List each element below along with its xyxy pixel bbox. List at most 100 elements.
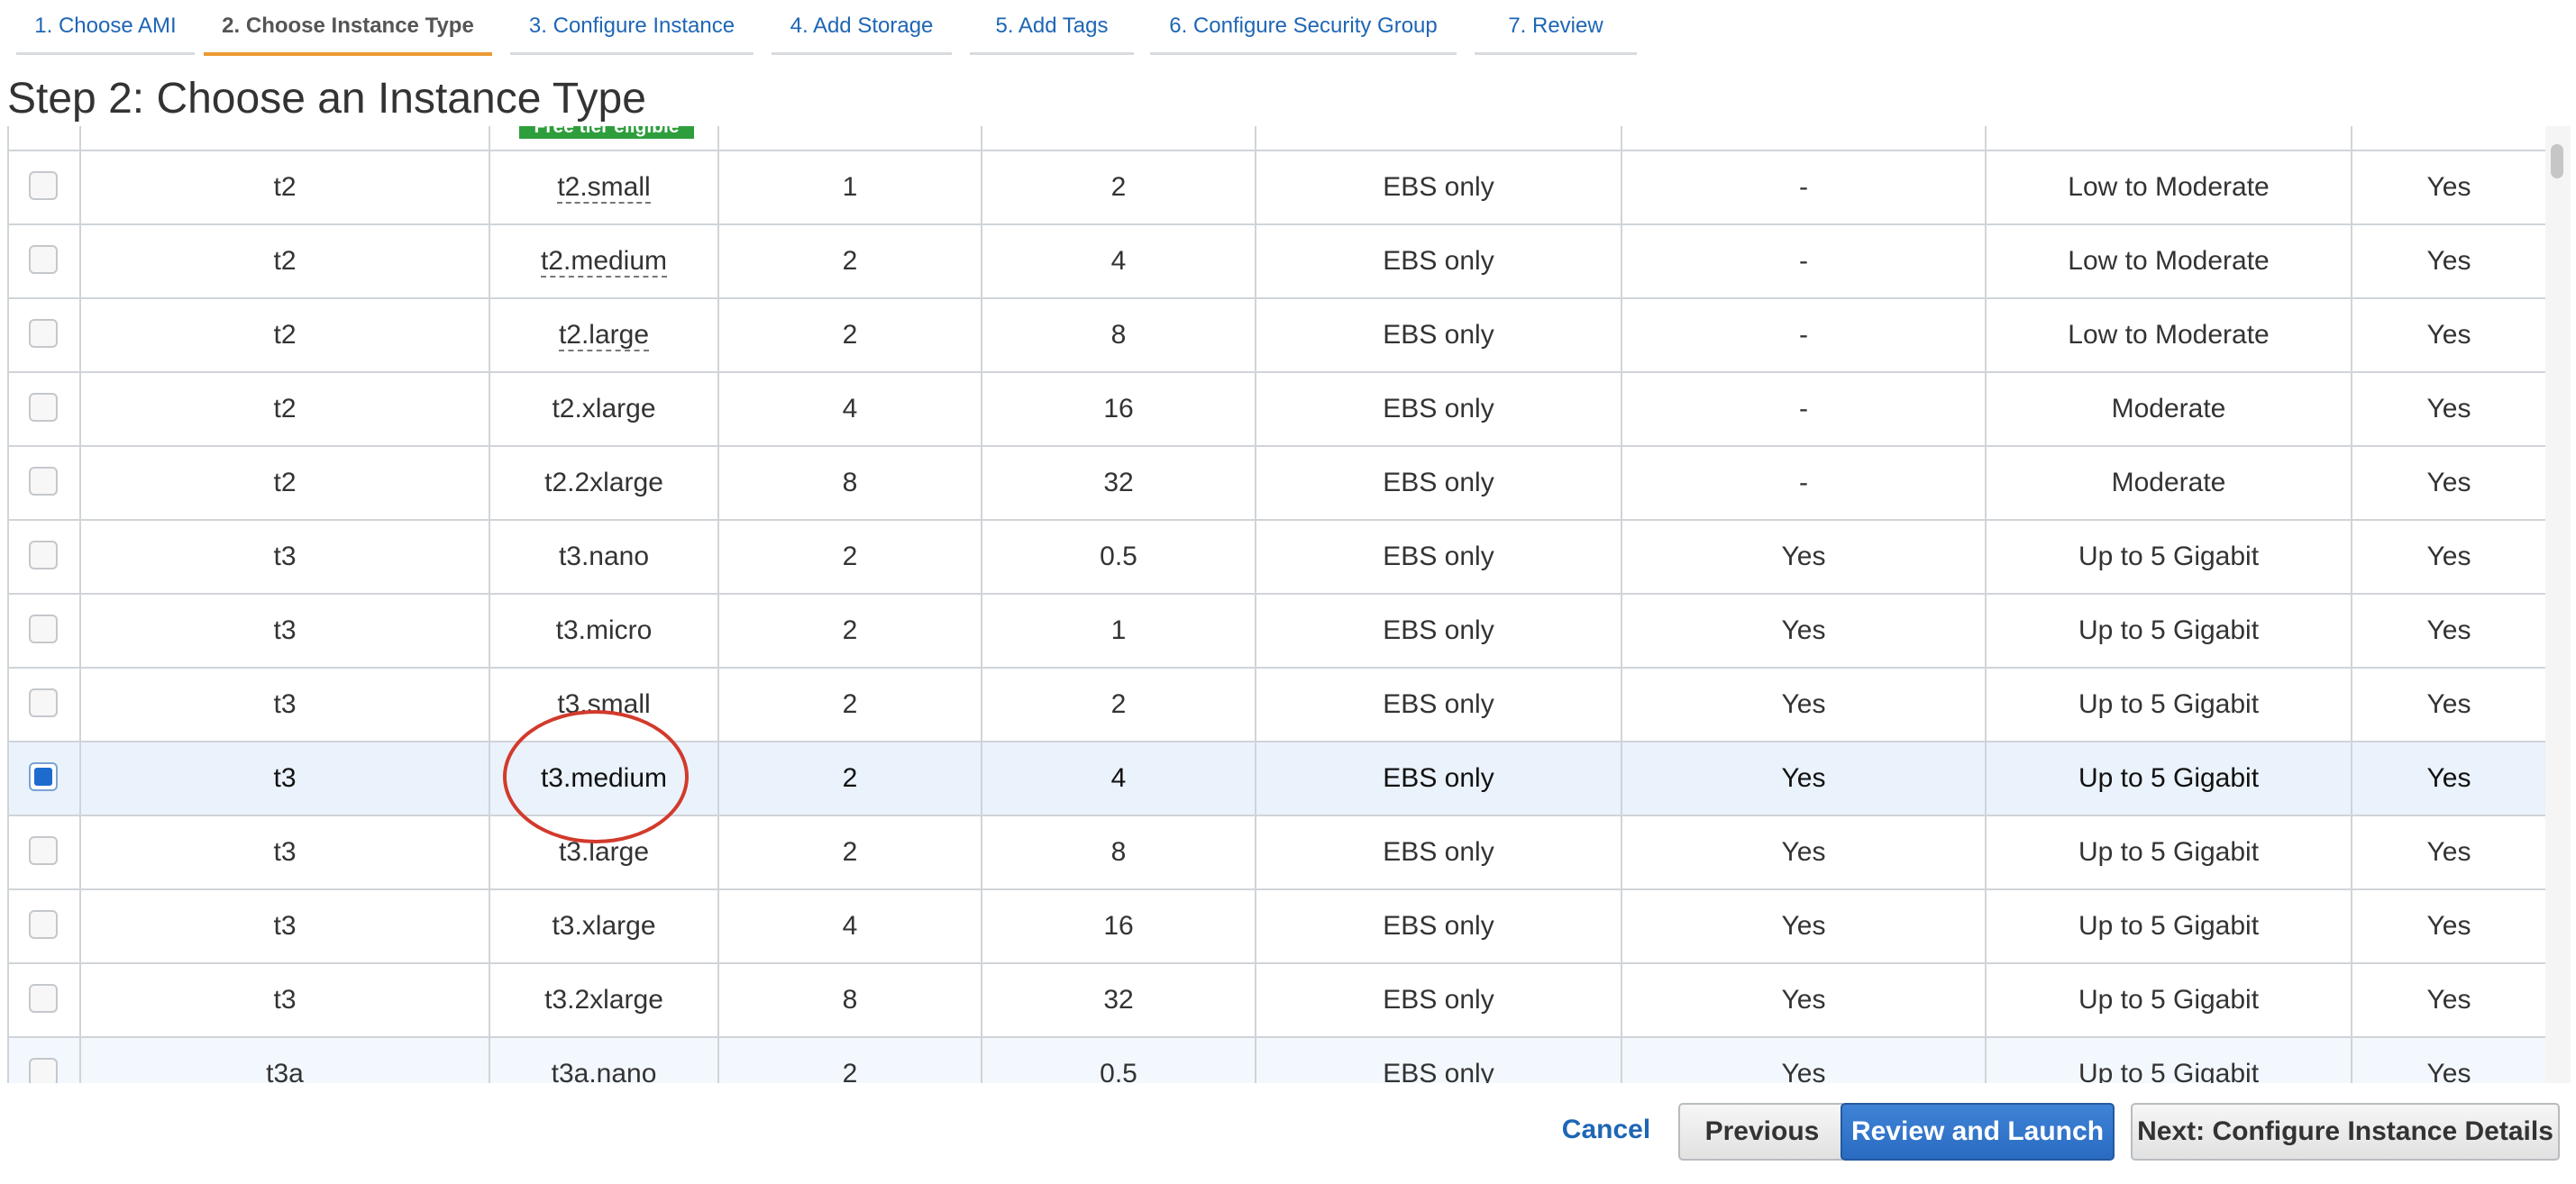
- row-select-checkbox[interactable]: [29, 171, 58, 200]
- type-cell: t3.micro: [489, 595, 717, 667]
- ipv6-cell: Yes: [2351, 1038, 2545, 1083]
- family-cell: t3: [79, 595, 489, 667]
- type-cell: t3.medium: [489, 742, 717, 815]
- page-title: Step 2: Choose an Instance Type: [7, 75, 646, 123]
- storage-cell: EBS only: [1255, 521, 1621, 593]
- vcpus-cell: 2: [717, 299, 981, 371]
- table-row[interactable]: t3 t3.large 2 8 EBS only Yes Up to 5 Gigabit Ye…: [9, 815, 2545, 888]
- instance-type-link[interactable]: t2.medium: [540, 247, 668, 278]
- ebs-optimized-cell: -: [1621, 373, 1985, 445]
- tab-configure-instance[interactable]: 3. Configure Instance: [510, 0, 754, 55]
- storage-cell: EBS only: [1255, 890, 1621, 962]
- table-row[interactable]: t2 t2.2xlarge 8 32 EBS only - Moderate Yes: [9, 445, 2545, 519]
- ebs-optimized-cell: Yes: [1621, 816, 1985, 888]
- storage-cell: EBS only: [1255, 151, 1621, 223]
- ipv6-cell: Yes: [2351, 816, 2545, 888]
- table-row[interactable]: t2 t2.medium 2 4 EBS only - Low to Moderate Yes: [9, 223, 2545, 297]
- type-cell: t2.xlarge: [489, 373, 717, 445]
- wizard-tabs: 1. Choose AMI 2. Choose Instance Type 3.…: [0, 0, 2576, 56]
- select-cell: [9, 595, 79, 667]
- select-cell: [9, 447, 79, 519]
- ebs-optimized-cell: Yes: [1621, 521, 1985, 593]
- ebs-optimized-cell: Yes: [1621, 890, 1985, 962]
- tab-choose-ami[interactable]: 1. Choose AMI: [16, 0, 195, 55]
- memory-cell: 32: [981, 447, 1255, 519]
- row-select-checkbox[interactable]: [29, 393, 58, 422]
- row-select-checkbox[interactable]: [29, 615, 58, 643]
- memory-cell: 32: [981, 964, 1255, 1036]
- vcpus-cell: 2: [717, 742, 981, 815]
- storage-cell: EBS only: [1255, 225, 1621, 297]
- instance-type-link[interactable]: t2.large: [558, 321, 650, 351]
- table-row[interactable]: t2 t2.xlarge 4 16 EBS only - Moderate Yes: [9, 371, 2545, 445]
- row-select-checkbox[interactable]: [29, 984, 58, 1013]
- table-row[interactable]: t3 t3.xlarge 4 16 EBS only Yes Up to 5 Gigabit…: [9, 888, 2545, 962]
- tab-add-tags[interactable]: 5. Add Tags: [970, 0, 1134, 55]
- tab-review[interactable]: 7. Review: [1475, 0, 1637, 55]
- ebs-optimized-cell: Yes: [1621, 595, 1985, 667]
- row-select-checkbox[interactable]: [29, 467, 58, 496]
- vcpus-cell: 2: [717, 521, 981, 593]
- network-cell: Low to Moderate: [1985, 225, 2351, 297]
- type-cell: t2.medium: [489, 225, 717, 297]
- instance-type-link[interactable]: t2.small: [557, 173, 651, 204]
- table-row[interactable]: t3 t3.nano 2 0.5 EBS only Yes Up to 5 Gigabit Y…: [9, 519, 2545, 593]
- network-cell: Up to 5 Gigabit: [1985, 669, 2351, 741]
- vcpus-cell: 4: [717, 890, 981, 962]
- table-row[interactable]: t3 t3.medium 2 4 EBS only Yes Up to 5 Gigabit Y…: [9, 741, 2545, 815]
- table-row[interactable]: t3a t3a.nano 2 0.5 EBS only Yes Up to 5 Gigabi…: [9, 1036, 2545, 1083]
- family-cell: t2: [79, 373, 489, 445]
- select-cell: [9, 742, 79, 815]
- row-select-checkbox[interactable]: [29, 245, 58, 274]
- row-select-checkbox[interactable]: [29, 688, 58, 717]
- row-select-checkbox[interactable]: [29, 319, 58, 348]
- memory-cell: 16: [981, 890, 1255, 962]
- type-cell: t3.xlarge: [489, 890, 717, 962]
- table-row[interactable]: t3 t3.small 2 2 EBS only Yes Up to 5 Gigabit Ye…: [9, 667, 2545, 741]
- row-select-checkbox[interactable]: [29, 836, 58, 865]
- scrollbar-thumb[interactable]: [2551, 144, 2563, 178]
- vcpus-cell: 8: [717, 447, 981, 519]
- family-cell: t3: [79, 816, 489, 888]
- memory-cell: 2: [981, 669, 1255, 741]
- tab-choose-instance-type[interactable]: 2. Choose Instance Type: [204, 0, 492, 56]
- ebs-optimized-cell: -: [1621, 447, 1985, 519]
- family-cell: t3: [79, 964, 489, 1036]
- tab-add-storage[interactable]: 4. Add Storage: [772, 0, 952, 55]
- table-row[interactable]: t2 t2.small 1 2 EBS only - Low to Moderate Yes: [9, 150, 2545, 223]
- family-cell: t3: [79, 521, 489, 593]
- family-cell: t3: [79, 742, 489, 815]
- review-and-launch-button[interactable]: Review and Launch: [1841, 1103, 2115, 1161]
- vcpus-cell: 2: [717, 1038, 981, 1083]
- select-cell: [9, 225, 79, 297]
- table-row[interactable]: t2 t2.large 2 8 EBS only - Low to Moderate Yes: [9, 297, 2545, 371]
- row-select-checkbox[interactable]: [29, 910, 58, 939]
- ipv6-cell: Yes: [2351, 447, 2545, 519]
- ipv6-cell: Yes: [2351, 225, 2545, 297]
- table-row[interactable]: t3 t3.micro 2 1 EBS only Yes Up to 5 Gigabit Ye…: [9, 593, 2545, 667]
- memory-cell: 1: [981, 595, 1255, 667]
- memory-cell: 0.5: [981, 521, 1255, 593]
- tab-configure-security-group[interactable]: 6. Configure Security Group: [1150, 0, 1457, 55]
- row-select-checkbox[interactable]: [29, 1058, 58, 1083]
- network-cell: Low to Moderate: [1985, 151, 2351, 223]
- table-row[interactable]: t3 t3.2xlarge 8 32 EBS only Yes Up to 5 Gigabi…: [9, 962, 2545, 1036]
- table-scrollbar[interactable]: [2545, 126, 2571, 1083]
- type-cell: t2.large: [489, 299, 717, 371]
- row-select-checkbox[interactable]: [29, 541, 58, 569]
- storage-cell: EBS only: [1255, 447, 1621, 519]
- ebs-optimized-cell: Yes: [1621, 742, 1985, 815]
- next-configure-instance-details-button[interactable]: Next: Configure Instance Details: [2131, 1103, 2560, 1161]
- storage-cell: EBS only: [1255, 373, 1621, 445]
- vcpus-cell: 2: [717, 669, 981, 741]
- family-cell: t3a: [79, 1038, 489, 1083]
- network-cell: Up to 5 Gigabit: [1985, 1038, 2351, 1083]
- cancel-button[interactable]: Cancel: [1557, 1103, 1655, 1161]
- select-cell: [9, 816, 79, 888]
- vcpus-cell: 8: [717, 964, 981, 1036]
- previous-button[interactable]: Previous: [1678, 1103, 1846, 1161]
- storage-cell: EBS only: [1255, 1038, 1621, 1083]
- row-select-checkbox[interactable]: [29, 762, 58, 791]
- type-cell: t2.small: [489, 151, 717, 223]
- memory-cell: 8: [981, 816, 1255, 888]
